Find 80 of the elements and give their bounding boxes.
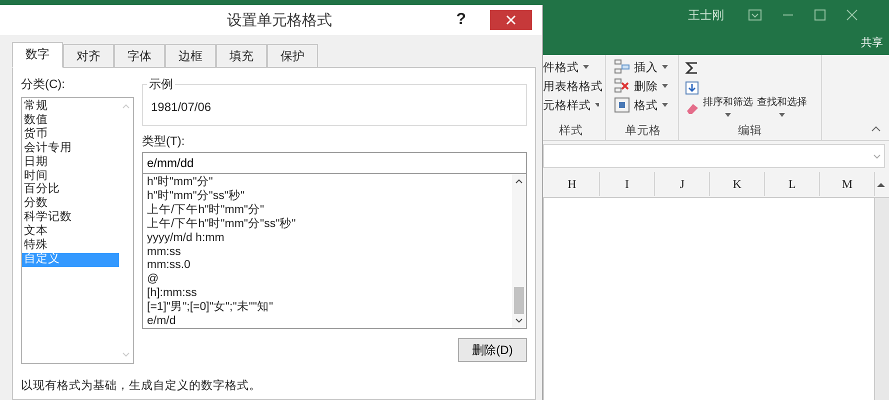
tab[interactable]: 保护 — [267, 44, 318, 68]
format-item[interactable]: 上午/下午h"时"mm"分"ss"秒" — [147, 218, 508, 232]
group-label: 样式 — [558, 124, 584, 138]
format-item[interactable]: e/m/d — [147, 315, 508, 329]
caret-icon — [662, 65, 668, 69]
share-button[interactable]: 共享 — [861, 35, 883, 50]
scrollbar[interactable] — [874, 198, 889, 400]
caret-icon — [725, 113, 731, 117]
sample-value: 1981/07/06 — [151, 100, 212, 114]
category-item[interactable]: 特殊 — [22, 239, 119, 253]
group-label: 编辑 — [737, 124, 763, 138]
ribbon-menu-button[interactable]: 格式 — [614, 97, 672, 113]
ribbon-menu-button[interactable]: 件格式 — [543, 59, 599, 75]
category-item[interactable]: 分数 — [22, 197, 119, 212]
caret-icon — [779, 113, 785, 117]
caret-icon — [662, 84, 668, 88]
format-item[interactable]: yyyy/m/d h:mm — [147, 232, 508, 246]
caret-icon — [662, 103, 668, 107]
delete-button[interactable]: 删除(D) — [458, 338, 527, 362]
scroll-down-icon[interactable] — [515, 318, 523, 323]
category-item[interactable]: 数值 — [22, 114, 119, 128]
column-header[interactable]: M — [820, 172, 876, 196]
category-item[interactable]: 科学记数 — [22, 211, 119, 226]
close-icon[interactable] — [846, 9, 858, 21]
category-item[interactable]: 日期 — [22, 156, 119, 170]
tab[interactable]: 填充 — [216, 44, 267, 68]
tab[interactable]: 数字 — [12, 42, 63, 68]
ribbon-menu-button[interactable]: 查找和选择 — [757, 59, 807, 123]
dialog-title: 设置单元格格式 — [227, 10, 332, 30]
format-item[interactable]: 上午/下午h"时"mm"分" — [147, 204, 508, 218]
category-item[interactable]: 文本 — [22, 225, 119, 240]
fill-down-icon[interactable] — [685, 81, 699, 95]
category-item[interactable]: 货币 — [22, 128, 119, 142]
column-header[interactable]: H — [545, 172, 600, 196]
sum-icon[interactable] — [685, 61, 699, 75]
type-field[interactable]: e/mm/dd — [142, 152, 527, 174]
column-header[interactable]: I — [600, 172, 656, 196]
close-icon — [506, 15, 516, 25]
format-item[interactable]: h"时"mm"分"ss"秒" — [147, 190, 508, 204]
format-item[interactable]: [=1]"男";[=0]"女";"未""知" — [147, 301, 508, 316]
column-header[interactable]: J — [655, 172, 710, 196]
expand-icon[interactable] — [873, 154, 881, 159]
tab[interactable]: 字体 — [114, 44, 165, 68]
scrollbar-thumb[interactable] — [514, 287, 524, 314]
caret-icon — [583, 65, 589, 69]
format-item[interactable]: @ — [147, 273, 508, 288]
caret-icon — [595, 103, 599, 107]
ribbon-menu-button[interactable]: 元格样式 — [543, 97, 599, 113]
group-label: 单元格 — [624, 124, 662, 138]
format-item[interactable]: mm:ss — [147, 246, 508, 260]
tab[interactable]: 边框 — [165, 44, 216, 68]
category-item[interactable]: 会计专用 — [22, 142, 119, 156]
scroll-up-icon[interactable] — [515, 179, 523, 184]
tab[interactable]: 对齐 — [63, 44, 114, 68]
column-header[interactable]: L — [765, 172, 820, 196]
format-item[interactable]: h"时"mm"分" — [147, 176, 508, 190]
help-button[interactable]: ? — [456, 11, 466, 29]
category-label: 分类(C): — [21, 76, 66, 93]
type-label: 类型(T): — [142, 133, 186, 150]
eraser-icon[interactable] — [685, 101, 699, 115]
collapse-ribbon-icon[interactable] — [871, 126, 881, 132]
column-header[interactable]: K — [710, 172, 766, 196]
ribbon-menu-button[interactable]: 排序和筛选 — [703, 59, 753, 123]
scroll-up-icon[interactable] — [877, 182, 886, 186]
close-button[interactable] — [490, 10, 532, 30]
ribbon-display-icon[interactable] — [748, 9, 762, 21]
maximize-icon[interactable] — [814, 9, 826, 21]
ribbon-menu-button[interactable]: 删除 — [614, 78, 672, 94]
sample-label: 示例 — [147, 76, 175, 93]
format-cells-icon — [614, 97, 630, 113]
format-item[interactable]: mm:ss.0 — [147, 259, 508, 274]
delete-cells-icon — [614, 78, 630, 94]
user-name: 王士刚 — [688, 6, 724, 24]
category-item[interactable]: 常规 — [22, 100, 119, 114]
ribbon-menu-button[interactable]: 插入 — [614, 59, 672, 75]
description-text: 以现有格式为基础，生成自定义的数字格式。 — [21, 378, 262, 393]
category-item[interactable]: 时间 — [22, 170, 119, 184]
format-item[interactable]: [h]:mm:ss — [147, 287, 508, 302]
category-item[interactable]: 百分比 — [22, 183, 119, 198]
insert-cells-icon — [614, 59, 630, 75]
